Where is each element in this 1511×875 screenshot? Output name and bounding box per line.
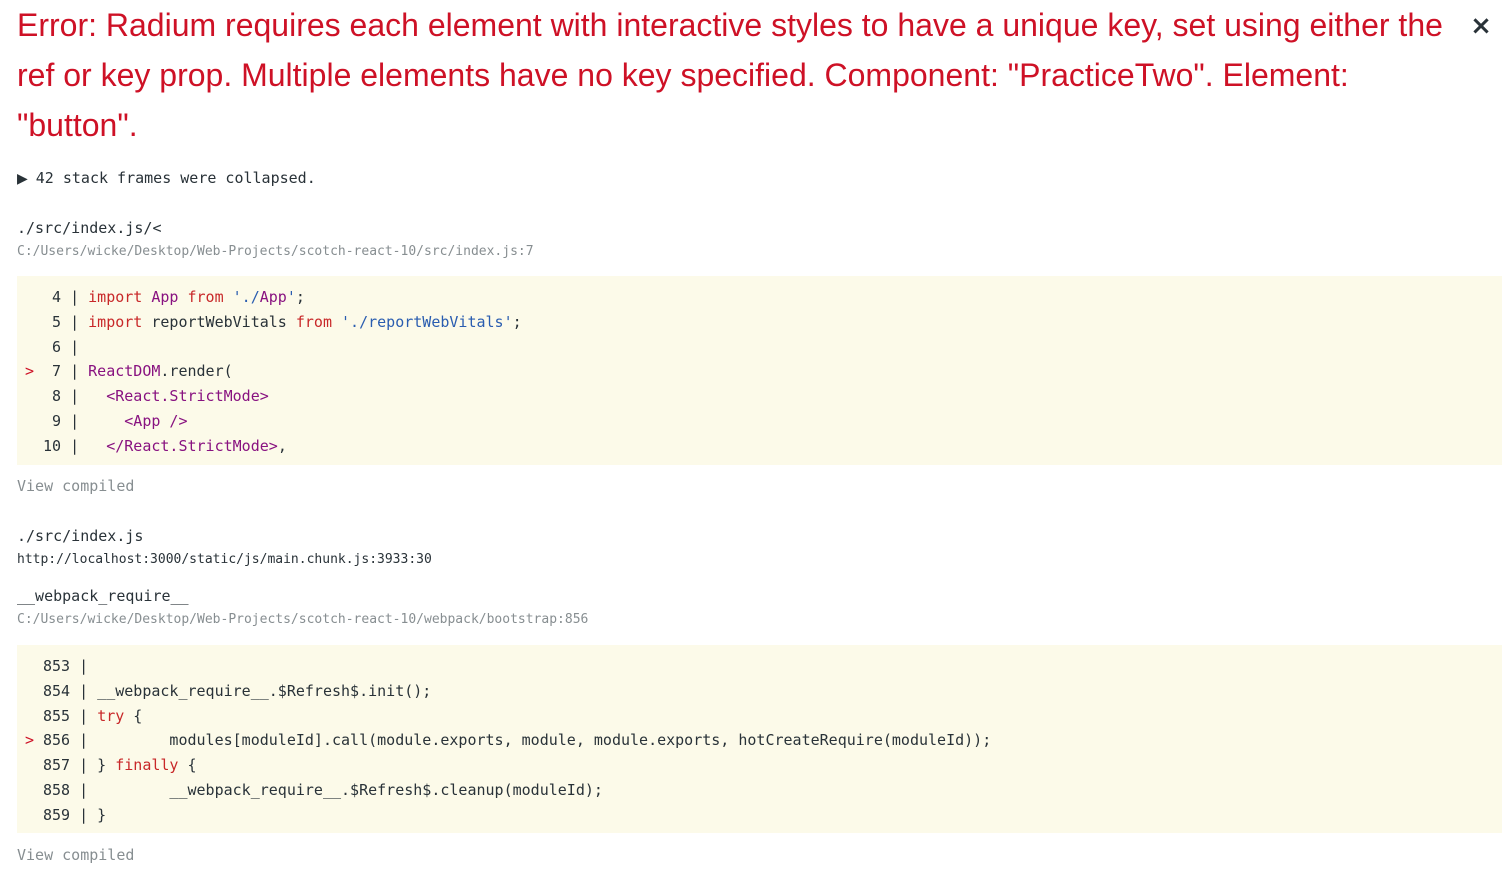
stack-frame-function: ./src/index.js: [17, 527, 144, 545]
close-icon: ×: [1470, 11, 1492, 41]
code-text: |: [70, 657, 89, 675]
line-number: 6: [43, 337, 62, 356]
code-text: |: [61, 337, 80, 356]
line-number: 8: [43, 387, 62, 406]
view-compiled-link[interactable]: View compiled: [17, 476, 134, 496]
close-button[interactable]: ×: [1467, 10, 1495, 42]
stack-frame-location[interactable]: http://localhost:3000/static/js/main.chu…: [17, 551, 432, 569]
current-line-marker: >: [25, 362, 35, 381]
line-number: 5: [43, 312, 62, 331]
code-line: 854 | __webpack_require__.$Refresh$.init…: [17, 679, 431, 704]
code-line: 853 |: [17, 654, 88, 679]
code-line: 9 | <App />: [17, 409, 188, 434]
code-line: >856 | modules[moduleId].call(module.exp…: [17, 728, 991, 753]
code-text: | __webpack_require__.$Refresh$.init();: [70, 681, 432, 700]
line-number: 856: [43, 731, 71, 750]
code-line: 857 | } finally {: [17, 753, 197, 778]
error-overlay: Error: Radium requires each element with…: [0, 0, 1511, 875]
line-number: 9: [43, 412, 62, 430]
code-line: 855 | try {: [17, 704, 142, 729]
stack-frame-location[interactable]: C:/Users/wicke/Desktop/Web-Projects/scot…: [17, 611, 588, 629]
line-number: 4: [43, 288, 62, 306]
code-text: | <App />: [61, 412, 188, 430]
code-line: 858 | __webpack_require__.$Refresh$.clea…: [17, 778, 603, 803]
code-text: | } finally {: [70, 756, 197, 775]
line-number: 7: [43, 362, 62, 381]
code-text: | ReactDOM.render(: [61, 362, 233, 381]
code-text: | __webpack_require__.$Refresh$.cleanup(…: [70, 781, 603, 799]
code-snippet: 4 | import App from './App'; 5 | import …: [17, 276, 1502, 465]
line-number: 859: [43, 805, 71, 824]
line-number: 854: [43, 681, 71, 700]
code-line: > 7 | ReactDOM.render(: [17, 359, 233, 384]
line-number: 857: [43, 756, 71, 775]
code-text: | modules[moduleId].call(module.exports,…: [70, 731, 992, 750]
code-line: 859 | }: [17, 803, 106, 828]
error-title: Error: Radium requires each element with…: [17, 7, 1443, 143]
code-text: | import reportWebVitals from './reportW…: [61, 312, 522, 331]
code-text: | }: [70, 805, 107, 824]
code-text: | try {: [70, 706, 143, 725]
view-compiled-link[interactable]: View compiled: [17, 845, 134, 865]
code-line: 10 | </React.StrictMode>,: [17, 434, 287, 459]
line-number: 10: [43, 436, 62, 455]
current-line-marker: >: [25, 731, 35, 750]
line-number: 858: [43, 781, 71, 799]
code-text: | import App from './App';: [61, 288, 305, 306]
code-line: 8 | <React.StrictMode>: [17, 384, 269, 409]
collapsed-frames-toggle[interactable]: ▶ 42 stack frames were collapsed.: [17, 166, 316, 191]
stack-frame-function: ./src/index.js/<: [17, 219, 162, 237]
collapsed-frames-label: 42 stack frames were collapsed.: [35, 169, 316, 187]
code-line: 5 | import reportWebVitals from './repor…: [17, 310, 522, 335]
line-number: 853: [43, 657, 71, 675]
code-snippet: 853 | 854 | __webpack_require__.$Refresh$…: [17, 645, 1502, 833]
stack-frame-function: __webpack_require__: [17, 587, 189, 605]
code-text: | <React.StrictMode>: [61, 387, 269, 406]
line-number: 855: [43, 706, 71, 725]
code-line: 4 | import App from './App';: [17, 285, 305, 310]
code-text: | </React.StrictMode>,: [61, 436, 287, 455]
code-line: 6 |: [17, 335, 79, 360]
triangle-right-icon: ▶: [17, 171, 28, 187]
stack-frame-location[interactable]: C:/Users/wicke/Desktop/Web-Projects/scot…: [17, 243, 534, 261]
